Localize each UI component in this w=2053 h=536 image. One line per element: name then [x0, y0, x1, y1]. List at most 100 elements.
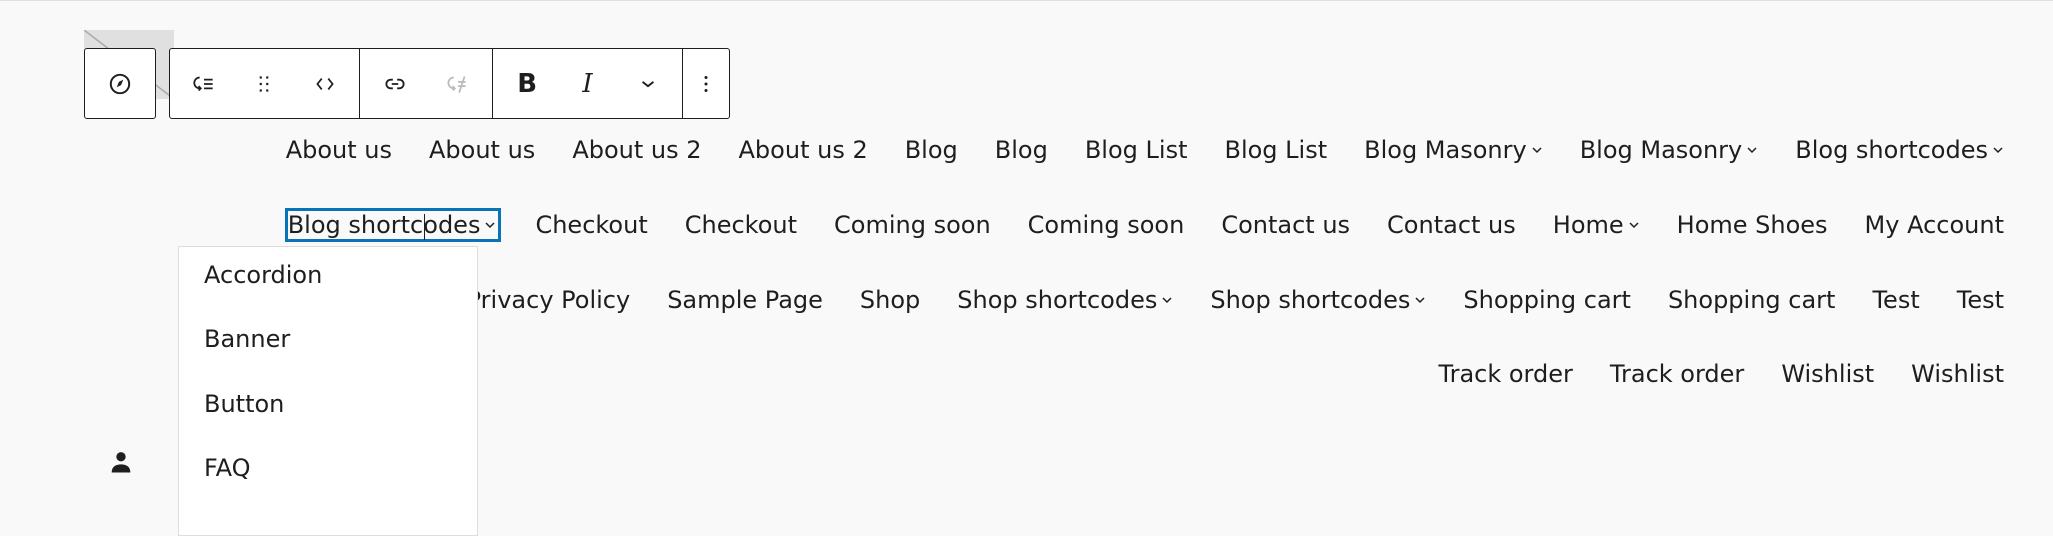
nav-item[interactable]: Coming soon: [1028, 211, 1185, 239]
nav-item[interactable]: About us 2: [739, 136, 868, 164]
nav-item[interactable]: Track order: [1438, 360, 1572, 388]
submenu-item-faq[interactable]: FAQ: [204, 454, 251, 482]
nav-item-label: Blog List: [1224, 136, 1328, 164]
nav-item[interactable]: Blog shortcodes: [284, 208, 502, 242]
drag-handle-icon: [260, 75, 269, 92]
move-button[interactable]: [302, 61, 348, 107]
nav-item[interactable]: Wishlist: [1911, 360, 2004, 388]
nav-item-label: Privacy Policy: [466, 286, 631, 314]
bold-icon: B: [517, 68, 538, 99]
nav-item-label: My Account: [1864, 211, 2004, 239]
navigation-block-button[interactable]: [97, 61, 143, 107]
nav-item-label: About us 2: [738, 136, 868, 164]
nav-item-label: Track order: [1438, 360, 1573, 388]
italic-icon: I: [582, 68, 593, 99]
nav-item-label: Home: [1552, 211, 1624, 239]
unlink-button[interactable]: [434, 61, 480, 107]
block-type-toolbar: [84, 48, 156, 119]
nav-item[interactable]: Home Shoes: [1677, 211, 1828, 239]
drag-handle[interactable]: [241, 61, 287, 107]
submenu-item-banner[interactable]: Banner: [204, 325, 290, 353]
nav-item-label: Blog List: [1084, 136, 1188, 164]
nav-item[interactable]: Blog: [995, 136, 1048, 164]
nav-item[interactable]: About us 2: [572, 136, 701, 164]
submenu-item-button[interactable]: Button: [204, 390, 284, 418]
chevron-down-icon: [641, 80, 654, 87]
nav-item-label: Blog shortcodes: [1795, 136, 1988, 164]
nav-item[interactable]: Checkout: [685, 211, 797, 239]
nav-row: Privacy Policy Sample Page Shop Shop shortc…: [467, 283, 2004, 317]
nav-item[interactable]: Blog: [905, 136, 958, 164]
nav-row: About us About us About us 2 About us 2 Blog…: [286, 133, 2004, 167]
nav-item-label: Coming soon: [1027, 211, 1185, 239]
nav-item[interactable]: Blog Masonry: [1580, 136, 1759, 164]
nav-item[interactable]: Shop shortcodes: [957, 286, 1173, 314]
options-button[interactable]: [683, 61, 729, 107]
nav-item[interactable]: Contact us: [1387, 211, 1516, 239]
nav-item[interactable]: Checkout: [535, 211, 647, 239]
nav-item-label: About us: [429, 136, 536, 164]
nav-item-label: Coming soon: [834, 211, 991, 239]
chevron-down-icon[interactable]: [1992, 144, 2004, 156]
submenu-dropdown: Accordion Banner Button FAQ: [178, 246, 478, 536]
nav-item-label: Test: [1872, 286, 1920, 314]
chevron-down-icon[interactable]: [1161, 294, 1173, 306]
more-formatting-button[interactable]: [625, 61, 671, 107]
nav-row: Track order Track order Wishlist Wishlist: [1438, 357, 2004, 391]
nav-item-label: Wishlist: [1781, 360, 1875, 388]
nav-item[interactable]: Blog List: [1224, 136, 1327, 164]
nav-item-label: Test: [1956, 286, 2004, 314]
user-icon[interactable]: [107, 448, 135, 476]
nav-item[interactable]: Home: [1553, 211, 1640, 239]
nav-item-label: Shop shortcodes: [957, 286, 1158, 314]
more-vertical-icon: [704, 75, 708, 92]
add-submenu-button[interactable]: [181, 61, 227, 107]
chevron-left-right-icon: [316, 77, 334, 90]
nav-item[interactable]: About us: [429, 136, 535, 164]
nav-item-label: Blog Masonry: [1579, 136, 1743, 164]
nav-item[interactable]: Sample Page: [667, 286, 823, 314]
nav-item-label: Blog: [994, 136, 1048, 164]
nav-item-label: Home Shoes: [1676, 211, 1828, 239]
nav-item[interactable]: Privacy Policy: [467, 286, 631, 314]
nav-item[interactable]: Contact us: [1221, 211, 1350, 239]
nav-item-label: Checkout: [535, 211, 648, 239]
chevron-down-icon[interactable]: [1531, 144, 1543, 156]
submenu-item-accordion[interactable]: Accordion: [204, 261, 322, 289]
nav-item[interactable]: Track order: [1610, 360, 1744, 388]
nav-item[interactable]: Test: [1872, 286, 1919, 314]
chevron-down-icon[interactable]: [1628, 219, 1640, 231]
link-icon: [385, 78, 405, 89]
nav-item[interactable]: Coming soon: [834, 211, 991, 239]
chevron-down-icon[interactable]: [1414, 294, 1426, 306]
nav-item-label: Shop: [859, 286, 921, 314]
nav-item-label: Sample Page: [667, 286, 823, 314]
nav-item-label: Blog Masonry: [1364, 136, 1527, 164]
nav-item-label: Blog: [904, 136, 958, 164]
nav-item[interactable]: Wishlist: [1781, 360, 1874, 388]
nav-item[interactable]: Shopping cart: [1463, 286, 1631, 314]
nav-item[interactable]: Blog shortcodes: [1795, 136, 2004, 164]
block-toolbar: B I: [169, 48, 730, 119]
link-button[interactable]: [372, 61, 418, 107]
nav-item[interactable]: Blog Masonry: [1364, 136, 1543, 164]
nav-item-label: Checkout: [684, 211, 798, 239]
nav-item[interactable]: Test: [1957, 286, 2004, 314]
nav-row: Blog shortcodes Checkout Checkout Coming so…: [284, 208, 2004, 242]
italic-button[interactable]: I: [564, 61, 610, 107]
bold-button[interactable]: B: [504, 61, 550, 107]
text-cursor: [423, 214, 425, 240]
nav-item[interactable]: My Account: [1865, 211, 2004, 239]
nav-item-label: About us: [285, 136, 392, 164]
nav-item[interactable]: Blog List: [1085, 136, 1188, 164]
unlink-icon: [447, 75, 466, 93]
nav-item[interactable]: Shopping cart: [1668, 286, 1836, 314]
nav-item[interactable]: Shop: [860, 286, 920, 314]
nav-item[interactable]: Shop shortcodes: [1210, 286, 1426, 314]
nav-item[interactable]: About us: [286, 136, 392, 164]
list-indent-icon: [193, 76, 213, 91]
nav-item-label: Contact us: [1221, 211, 1351, 239]
chevron-down-icon[interactable]: [484, 219, 496, 231]
chevron-down-icon[interactable]: [1746, 144, 1758, 156]
nav-item-label: Shopping cart: [1463, 286, 1631, 314]
